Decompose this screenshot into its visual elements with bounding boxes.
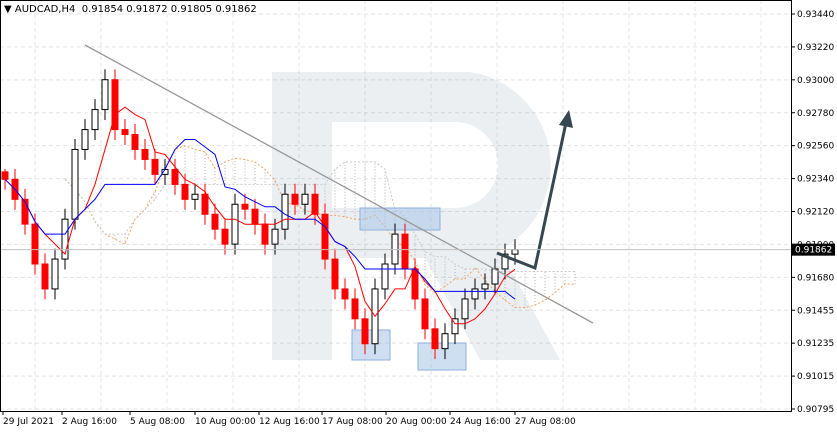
candle-body bbox=[461, 298, 469, 320]
candle bbox=[141, 138, 149, 170]
candle-body bbox=[211, 213, 219, 230]
x-tick-label: 10 Aug 00:00 bbox=[195, 417, 256, 427]
candle bbox=[61, 208, 69, 270]
x-tick-label: 17 Aug 08:00 bbox=[322, 417, 383, 427]
candle-body bbox=[191, 193, 199, 200]
candle bbox=[71, 138, 79, 230]
candle-body bbox=[441, 333, 449, 350]
candle bbox=[21, 188, 29, 235]
candle bbox=[121, 119, 129, 145]
candle bbox=[251, 198, 259, 235]
candle bbox=[341, 278, 349, 310]
low-value: 0.91805 bbox=[170, 4, 213, 15]
candle-body bbox=[51, 258, 59, 290]
candle-body bbox=[151, 158, 159, 175]
candle-body bbox=[381, 263, 389, 290]
candle bbox=[31, 213, 39, 275]
candle-body bbox=[361, 318, 369, 345]
candle-body bbox=[71, 148, 79, 220]
candle-body bbox=[301, 193, 309, 205]
candle-body bbox=[261, 223, 269, 245]
candle bbox=[131, 124, 139, 160]
candle bbox=[421, 288, 429, 340]
x-tick-label: 5 Aug 08:00 bbox=[130, 417, 185, 427]
candle-body bbox=[201, 193, 209, 215]
candle-body bbox=[421, 298, 429, 330]
x-tick-label: 24 Aug 16:00 bbox=[450, 417, 511, 427]
y-tick-label: 0.93000 bbox=[797, 76, 834, 86]
candle-body bbox=[221, 228, 229, 245]
candle-body bbox=[471, 288, 479, 300]
candle-body bbox=[281, 193, 289, 230]
candle-body bbox=[131, 134, 139, 150]
candle-body bbox=[481, 283, 489, 290]
candle-body bbox=[231, 203, 239, 245]
candle-body bbox=[321, 213, 329, 260]
y-tick-label: 0.91015 bbox=[797, 372, 834, 382]
candle-body bbox=[291, 193, 299, 205]
x-tick-label: 27 Aug 08:00 bbox=[515, 417, 576, 427]
symbol-label: AUDCAD,H4 bbox=[14, 4, 76, 15]
candle-body bbox=[511, 249, 519, 255]
candle bbox=[351, 288, 359, 330]
chart-frame bbox=[0, 0, 792, 412]
y-tick-label: 0.93220 bbox=[797, 43, 834, 53]
support-resistance-box bbox=[359, 207, 441, 231]
candle bbox=[151, 149, 159, 185]
y-tick-label: 0.93440 bbox=[797, 10, 834, 20]
candle-body bbox=[181, 183, 189, 200]
x-tick-label: 12 Aug 16:00 bbox=[259, 417, 320, 427]
candle-body bbox=[341, 288, 349, 300]
chart-title: ▼ AUDCAD,H4 0.91854 0.91872 0.91805 0.91… bbox=[4, 4, 257, 15]
chart-window: ▼ AUDCAD,H4 0.91854 0.91872 0.91805 0.91… bbox=[0, 0, 837, 432]
candle-body bbox=[411, 268, 419, 300]
candle-body bbox=[401, 233, 409, 270]
current-price-label: 0.91862 bbox=[795, 246, 832, 256]
candle bbox=[111, 69, 119, 141]
y-tick-label: 0.91235 bbox=[797, 339, 834, 349]
candle-body bbox=[101, 79, 109, 111]
candle bbox=[91, 99, 99, 141]
y-tick-label: 0.91455 bbox=[797, 306, 834, 316]
y-tick-label: 0.92560 bbox=[797, 142, 834, 152]
y-tick-label: 0.92340 bbox=[797, 175, 834, 185]
y-tick-label: 0.92780 bbox=[797, 109, 834, 119]
x-tick-label: 2 Aug 16:00 bbox=[62, 417, 117, 427]
candle-body bbox=[351, 298, 359, 320]
candle-body bbox=[391, 233, 399, 265]
y-tick-label: 0.90795 bbox=[797, 405, 834, 415]
candle-body bbox=[31, 223, 39, 265]
candle-body bbox=[331, 258, 339, 290]
candle-body bbox=[81, 129, 89, 150]
close-value: 0.91862 bbox=[215, 4, 257, 15]
candle-body bbox=[91, 109, 99, 131]
x-tick-label: 20 Aug 00:00 bbox=[386, 417, 447, 427]
candle bbox=[191, 183, 199, 210]
high-value: 0.91872 bbox=[126, 4, 168, 15]
candle bbox=[261, 213, 269, 255]
candle bbox=[381, 253, 389, 300]
candle-body bbox=[251, 208, 259, 225]
dropdown-triangle-icon[interactable]: ▼ bbox=[4, 4, 12, 15]
open-value: 0.91854 bbox=[81, 4, 124, 15]
candle-body bbox=[121, 129, 129, 136]
y-tick-label: 0.91680 bbox=[797, 273, 834, 283]
candle-body bbox=[141, 148, 149, 160]
x-tick-label: 29 Jul 2021 bbox=[3, 417, 54, 427]
candle-body bbox=[1, 171, 9, 180]
candle-body bbox=[21, 198, 29, 225]
price-chart[interactable]: 0.93440 0.93220 0.93000 0.92780 0.92560 0.923… bbox=[0, 0, 837, 432]
candle bbox=[81, 119, 89, 160]
support-resistance-box bbox=[351, 329, 391, 361]
candle-body bbox=[271, 228, 279, 245]
y-tick-label: 0.92120 bbox=[797, 208, 834, 218]
candle-body bbox=[431, 328, 439, 350]
candle-body bbox=[41, 263, 49, 290]
candle bbox=[51, 248, 59, 300]
candle-body bbox=[171, 168, 179, 185]
candle bbox=[41, 253, 49, 300]
candle-body bbox=[241, 203, 249, 210]
